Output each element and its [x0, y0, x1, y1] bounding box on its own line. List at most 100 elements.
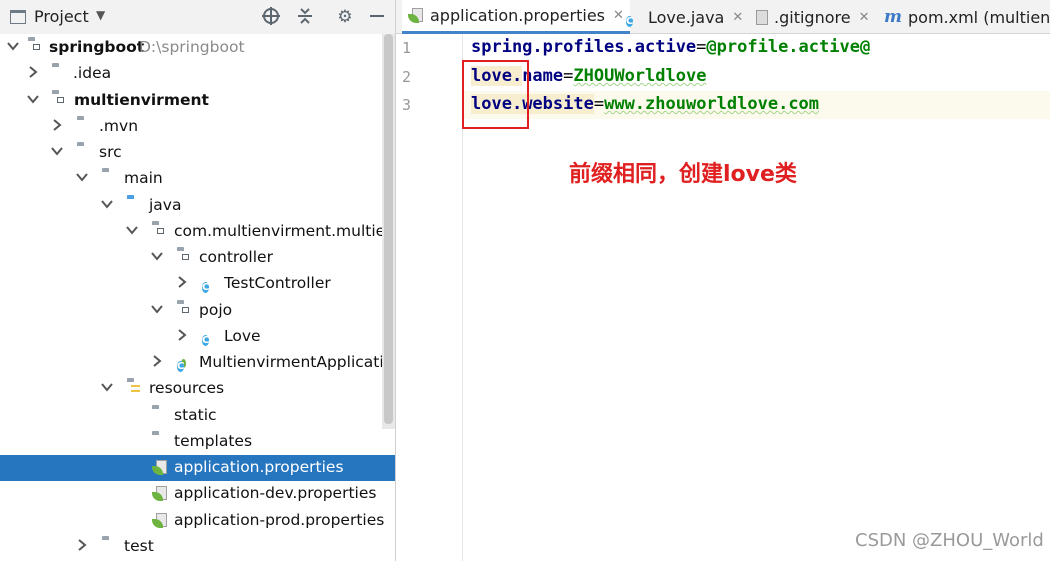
- tree-item-label: application.properties: [174, 458, 344, 476]
- folder-icon: [102, 539, 119, 554]
- spring-properties-icon: [152, 486, 169, 501]
- project-scrollbar[interactable]: [382, 34, 395, 429]
- tree-item-multienvirmentapplication[interactable]: C MultienvirmentApplication: [0, 350, 395, 376]
- maven-icon: m: [884, 7, 902, 27]
- line-number: 2: [402, 68, 412, 86]
- spring-boot-class-icon: C: [177, 361, 185, 372]
- chevron-down-icon[interactable]: [125, 223, 139, 237]
- chevron-right-icon[interactable]: [50, 118, 64, 132]
- tree-item-static[interactable]: static: [0, 403, 395, 429]
- tree-item-label: src: [99, 143, 122, 161]
- scrollbar-thumb[interactable]: [384, 34, 393, 424]
- close-icon[interactable]: ✕: [859, 10, 870, 25]
- code-line-1[interactable]: spring.profiles.active=@profile.active@: [471, 37, 870, 57]
- line-number: 1: [402, 39, 412, 57]
- tree-item-label: springboot: [49, 38, 145, 56]
- chevron-down-icon[interactable]: [50, 144, 64, 158]
- editor-tab-bar: application.properties ✕ C Love.java ✕ .…: [396, 0, 1050, 34]
- tab-pom-xml[interactable]: m pom.xml (multienvi: [884, 0, 1050, 34]
- minimize-icon[interactable]: [366, 6, 388, 28]
- tree-item-label: com.multienvirment.multienvir: [174, 222, 395, 240]
- tab-label: pom.xml (multienvi: [908, 7, 1050, 27]
- tab-gitignore[interactable]: .gitignore ✕: [756, 0, 869, 34]
- tree-item-resources[interactable]: resources: [0, 376, 395, 402]
- project-view-selector[interactable]: Project: [34, 7, 89, 26]
- tree-item-package-root[interactable]: com.multienvirment.multienvir: [0, 219, 395, 245]
- property-value: ZHOUWorldlove: [573, 66, 707, 86]
- file-icon: [756, 9, 768, 25]
- package-icon: [177, 250, 194, 265]
- tab-label: application.properties: [430, 6, 605, 25]
- folder-icon: [52, 66, 69, 81]
- class-icon: C: [202, 282, 210, 293]
- tree-item-label: test: [124, 537, 154, 555]
- tab-label: .gitignore: [774, 7, 851, 27]
- equals-sign: =: [593, 94, 605, 114]
- chevron-down-icon[interactable]: [150, 249, 164, 263]
- tree-item-src[interactable]: src: [0, 140, 395, 166]
- chevron-right-icon[interactable]: [26, 65, 40, 79]
- tree-item-label: application-prod.properties: [174, 511, 385, 529]
- tree-item-label: multienvirment: [74, 91, 209, 109]
- module-folder-icon: [28, 40, 45, 55]
- chevron-down-icon[interactable]: [6, 39, 20, 53]
- tree-item-application-dev-properties[interactable]: application-dev.properties: [0, 481, 395, 507]
- folder-icon: [77, 145, 94, 160]
- tree-item-label: TestController: [224, 274, 331, 292]
- chevron-right-icon[interactable]: [175, 328, 189, 342]
- chevron-down-icon[interactable]: [75, 170, 89, 184]
- tree-item-application-properties[interactable]: application.properties: [0, 455, 395, 481]
- tree-item-label: MultienvirmentApplication: [199, 353, 395, 371]
- tab-label: Love.java: [648, 7, 725, 27]
- module-folder-icon: [52, 93, 69, 108]
- collapse-all-icon[interactable]: [294, 6, 316, 28]
- tree-item-label: resources: [149, 379, 225, 397]
- tree-item-idea[interactable]: .idea: [0, 61, 395, 87]
- project-panel: Project ▼ ⚙ springboot D:\springboot .id…: [0, 0, 395, 561]
- equals-sign: =: [696, 37, 707, 57]
- close-icon[interactable]: ✕: [613, 8, 624, 23]
- equals-sign: =: [563, 66, 574, 86]
- tree-item-templates[interactable]: templates: [0, 429, 395, 455]
- class-icon: C: [626, 16, 634, 27]
- gear-icon[interactable]: ⚙: [334, 6, 356, 28]
- tree-item-application-prod-properties[interactable]: application-prod.properties: [0, 508, 395, 534]
- annotation-text: 前缀相同，创建love类: [569, 162, 797, 187]
- chevron-right-icon[interactable]: [150, 354, 164, 368]
- property-key: website: [522, 94, 594, 114]
- tab-application-properties[interactable]: application.properties ✕: [402, 0, 630, 34]
- chevron-down-icon[interactable]: [100, 380, 114, 394]
- tree-item-label: main: [124, 169, 163, 187]
- tree-item-love[interactable]: C Love: [0, 324, 395, 350]
- package-icon: [177, 303, 194, 318]
- chevron-right-icon[interactable]: [75, 538, 89, 552]
- tree-item-testcontroller[interactable]: C TestController: [0, 271, 395, 297]
- property-value: @profile.active@: [706, 37, 871, 57]
- chevron-down-icon[interactable]: ▼: [96, 8, 105, 22]
- tree-item-pojo[interactable]: pojo: [0, 298, 395, 324]
- tree-item-test[interactable]: test: [0, 534, 395, 560]
- watermark: CSDN @ZHOU_World: [855, 530, 1044, 551]
- tree-item-path: D:\springboot: [139, 38, 245, 56]
- tree-item-main[interactable]: main: [0, 166, 395, 192]
- close-icon[interactable]: ✕: [732, 10, 743, 25]
- chevron-down-icon[interactable]: [100, 197, 114, 211]
- tree-item-java[interactable]: java: [0, 193, 395, 219]
- tree-item-controller[interactable]: controller: [0, 245, 395, 271]
- line-number: 3: [402, 96, 412, 114]
- locate-icon[interactable]: [260, 6, 282, 28]
- tab-love-java[interactable]: C Love.java ✕: [626, 0, 743, 34]
- tree-item-mvn[interactable]: .mvn: [0, 114, 395, 140]
- chevron-right-icon[interactable]: [175, 275, 189, 289]
- project-window-icon: [10, 10, 26, 24]
- project-panel-header: Project ▼ ⚙: [0, 0, 395, 34]
- folder-icon: [152, 434, 169, 449]
- tree-item-springboot[interactable]: springboot D:\springboot: [0, 35, 395, 61]
- tree-item-multienvirment[interactable]: multienvirment: [0, 88, 395, 114]
- chevron-down-icon[interactable]: [150, 302, 164, 316]
- property-value: www.zhouworldlove.com: [604, 94, 820, 114]
- code-editor[interactable]: 1 2 3 spring.profiles.active=@profile.ac…: [396, 34, 1050, 561]
- tree-item-label: static: [174, 406, 217, 424]
- tree-item-label: controller: [199, 248, 273, 266]
- chevron-down-icon[interactable]: [26, 92, 40, 106]
